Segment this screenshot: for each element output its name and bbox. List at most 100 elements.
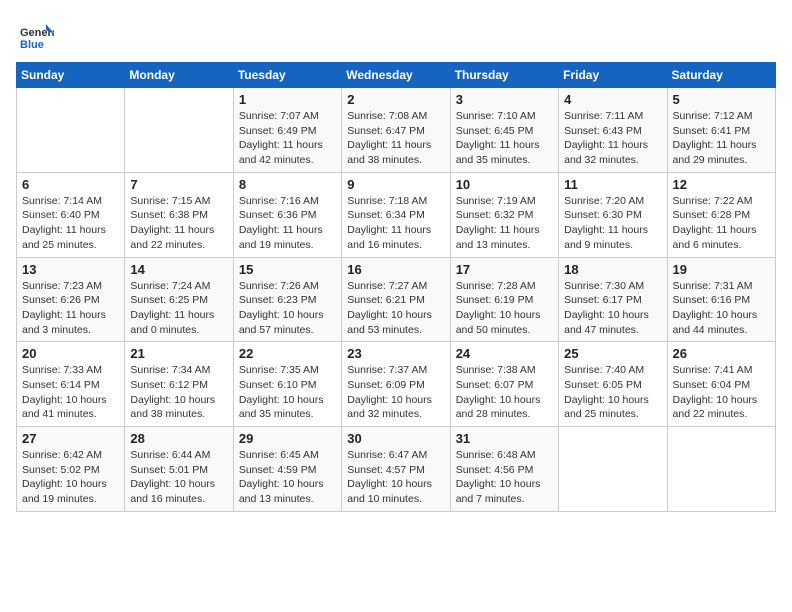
calendar-cell: 26 Sunrise: 7:41 AM Sunset: 6:04 PM Dayli… (667, 342, 775, 427)
cell-info-text: Sunrise: 6:47 AM Sunset: 4:57 PM Dayligh… (347, 448, 444, 507)
calendar-cell (559, 427, 667, 512)
calendar-cell: 24Sunrise: 7:38 AM Sunset: 6:07 PM Dayli… (450, 342, 558, 427)
calendar-cell: 31 Sunrise: 6:48 AM Sunset: 4:56 PM Dayli… (450, 427, 558, 512)
calendar-row: 20Sunrise: 7:33 AM Sunset: 6:14 PM Dayli… (17, 342, 776, 427)
calendar-cell: 30 Sunrise: 6:47 AM Sunset: 4:57 PM Dayli… (342, 427, 450, 512)
cell-info-text: Sunrise: 6:44 AM Sunset: 5:01 PM Dayligh… (130, 448, 227, 507)
cell-day-number: 16 (347, 262, 444, 277)
cell-day-number: 22 (239, 346, 336, 361)
weekday-header: Saturday (667, 63, 775, 88)
calendar-cell: 27 Sunrise: 6:42 AM Sunset: 5:02 PM Dayli… (17, 427, 125, 512)
calendar-cell: 23 Sunrise: 7:37 AM Sunset: 6:09 PM Dayli… (342, 342, 450, 427)
cell-info-text: Sunrise: 7:28 AM Sunset: 6:19 PM Dayligh… (456, 279, 553, 338)
calendar-cell (667, 427, 775, 512)
calendar-cell: 14 Sunrise: 7:24 AM Sunset: 6:25 PM Dayli… (125, 257, 233, 342)
calendar-cell: 5Sunrise: 7:12 AM Sunset: 6:41 PM Daylig… (667, 88, 775, 173)
page-header: General Blue (16, 16, 776, 54)
weekday-header: Wednesday (342, 63, 450, 88)
calendar-cell (125, 88, 233, 173)
cell-day-number: 2 (347, 92, 444, 107)
calendar-cell: 19 Sunrise: 7:31 AM Sunset: 6:16 PM Dayli… (667, 257, 775, 342)
calendar-table: SundayMondayTuesdayWednesdayThursdayFrid… (16, 62, 776, 512)
cell-day-number: 18 (564, 262, 661, 277)
cell-info-text: Sunrise: 7:18 AM Sunset: 6:34 PM Dayligh… (347, 194, 444, 253)
cell-day-number: 30 (347, 431, 444, 446)
cell-day-number: 9 (347, 177, 444, 192)
cell-info-text: Sunrise: 7:35 AM Sunset: 6:10 PM Dayligh… (239, 363, 336, 422)
cell-info-text: Sunrise: 7:30 AM Sunset: 6:17 PM Dayligh… (564, 279, 661, 338)
cell-info-text: Sunrise: 7:27 AM Sunset: 6:21 PM Dayligh… (347, 279, 444, 338)
cell-info-text: Sunrise: 7:19 AM Sunset: 6:32 PM Dayligh… (456, 194, 553, 253)
weekday-header-row: SundayMondayTuesdayWednesdayThursdayFrid… (17, 63, 776, 88)
logo-icon: General Blue (16, 16, 54, 54)
cell-day-number: 8 (239, 177, 336, 192)
calendar-cell: 7Sunrise: 7:15 AM Sunset: 6:38 PM Daylig… (125, 172, 233, 257)
cell-info-text: Sunrise: 7:23 AM Sunset: 6:26 PM Dayligh… (22, 279, 119, 338)
calendar-cell: 8 Sunrise: 7:16 AM Sunset: 6:36 PM Daylig… (233, 172, 341, 257)
cell-info-text: Sunrise: 7:14 AM Sunset: 6:40 PM Dayligh… (22, 194, 119, 253)
cell-day-number: 31 (456, 431, 553, 446)
cell-day-number: 11 (564, 177, 661, 192)
calendar-cell: 22 Sunrise: 7:35 AM Sunset: 6:10 PM Dayli… (233, 342, 341, 427)
calendar-cell: 16 Sunrise: 7:27 AM Sunset: 6:21 PM Dayli… (342, 257, 450, 342)
calendar-cell: 11Sunrise: 7:20 AM Sunset: 6:30 PM Dayli… (559, 172, 667, 257)
calendar-cell: 29 Sunrise: 6:45 AM Sunset: 4:59 PM Dayli… (233, 427, 341, 512)
cell-info-text: Sunrise: 7:37 AM Sunset: 6:09 PM Dayligh… (347, 363, 444, 422)
cell-info-text: Sunrise: 7:15 AM Sunset: 6:38 PM Dayligh… (130, 194, 227, 253)
cell-day-number: 20 (22, 346, 119, 361)
cell-day-number: 27 (22, 431, 119, 446)
cell-day-number: 28 (130, 431, 227, 446)
cell-info-text: Sunrise: 7:34 AM Sunset: 6:12 PM Dayligh… (130, 363, 227, 422)
cell-day-number: 24 (456, 346, 553, 361)
cell-day-number: 10 (456, 177, 553, 192)
calendar-cell: 9 Sunrise: 7:18 AM Sunset: 6:34 PM Daylig… (342, 172, 450, 257)
calendar-row: 13Sunrise: 7:23 AM Sunset: 6:26 PM Dayli… (17, 257, 776, 342)
svg-text:Blue: Blue (20, 39, 44, 51)
cell-info-text: Sunrise: 7:24 AM Sunset: 6:25 PM Dayligh… (130, 279, 227, 338)
cell-day-number: 4 (564, 92, 661, 107)
cell-day-number: 19 (673, 262, 770, 277)
cell-day-number: 6 (22, 177, 119, 192)
cell-day-number: 25 (564, 346, 661, 361)
calendar-cell: 25 Sunrise: 7:40 AM Sunset: 6:05 PM Dayli… (559, 342, 667, 427)
calendar-row: 27 Sunrise: 6:42 AM Sunset: 5:02 PM Dayli… (17, 427, 776, 512)
calendar-cell: 2Sunrise: 7:08 AM Sunset: 6:47 PM Daylig… (342, 88, 450, 173)
cell-day-number: 15 (239, 262, 336, 277)
cell-info-text: Sunrise: 6:42 AM Sunset: 5:02 PM Dayligh… (22, 448, 119, 507)
calendar-cell: 21Sunrise: 7:34 AM Sunset: 6:12 PM Dayli… (125, 342, 233, 427)
cell-day-number: 5 (673, 92, 770, 107)
calendar-cell: 3 Sunrise: 7:10 AM Sunset: 6:45 PM Daylig… (450, 88, 558, 173)
cell-day-number: 23 (347, 346, 444, 361)
calendar-cell: 10 Sunrise: 7:19 AM Sunset: 6:32 PM Dayli… (450, 172, 558, 257)
calendar-cell: 17Sunrise: 7:28 AM Sunset: 6:19 PM Dayli… (450, 257, 558, 342)
cell-info-text: Sunrise: 7:16 AM Sunset: 6:36 PM Dayligh… (239, 194, 336, 253)
cell-info-text: Sunrise: 7:22 AM Sunset: 6:28 PM Dayligh… (673, 194, 770, 253)
cell-info-text: Sunrise: 7:41 AM Sunset: 6:04 PM Dayligh… (673, 363, 770, 422)
cell-info-text: Sunrise: 7:40 AM Sunset: 6:05 PM Dayligh… (564, 363, 661, 422)
cell-info-text: Sunrise: 6:45 AM Sunset: 4:59 PM Dayligh… (239, 448, 336, 507)
cell-info-text: Sunrise: 7:26 AM Sunset: 6:23 PM Dayligh… (239, 279, 336, 338)
calendar-cell: 18 Sunrise: 7:30 AM Sunset: 6:17 PM Dayli… (559, 257, 667, 342)
calendar-cell: 28 Sunrise: 6:44 AM Sunset: 5:01 PM Dayli… (125, 427, 233, 512)
weekday-header: Monday (125, 63, 233, 88)
cell-day-number: 29 (239, 431, 336, 446)
cell-info-text: Sunrise: 7:31 AM Sunset: 6:16 PM Dayligh… (673, 279, 770, 338)
calendar-row: 6 Sunrise: 7:14 AM Sunset: 6:40 PM Daylig… (17, 172, 776, 257)
calendar-cell: 13Sunrise: 7:23 AM Sunset: 6:26 PM Dayli… (17, 257, 125, 342)
cell-info-text: Sunrise: 7:07 AM Sunset: 6:49 PM Dayligh… (239, 109, 336, 168)
cell-day-number: 3 (456, 92, 553, 107)
weekday-header: Sunday (17, 63, 125, 88)
calendar-row: 1 Sunrise: 7:07 AM Sunset: 6:49 PM Daylig… (17, 88, 776, 173)
cell-day-number: 26 (673, 346, 770, 361)
calendar-cell: 6 Sunrise: 7:14 AM Sunset: 6:40 PM Daylig… (17, 172, 125, 257)
cell-info-text: Sunrise: 7:11 AM Sunset: 6:43 PM Dayligh… (564, 109, 661, 168)
calendar-cell: 12Sunrise: 7:22 AM Sunset: 6:28 PM Dayli… (667, 172, 775, 257)
cell-day-number: 14 (130, 262, 227, 277)
weekday-header: Tuesday (233, 63, 341, 88)
calendar-cell (17, 88, 125, 173)
cell-day-number: 1 (239, 92, 336, 107)
weekday-header: Friday (559, 63, 667, 88)
cell-info-text: Sunrise: 6:48 AM Sunset: 4:56 PM Dayligh… (456, 448, 553, 507)
calendar-cell: 15 Sunrise: 7:26 AM Sunset: 6:23 PM Dayli… (233, 257, 341, 342)
cell-info-text: Sunrise: 7:10 AM Sunset: 6:45 PM Dayligh… (456, 109, 553, 168)
